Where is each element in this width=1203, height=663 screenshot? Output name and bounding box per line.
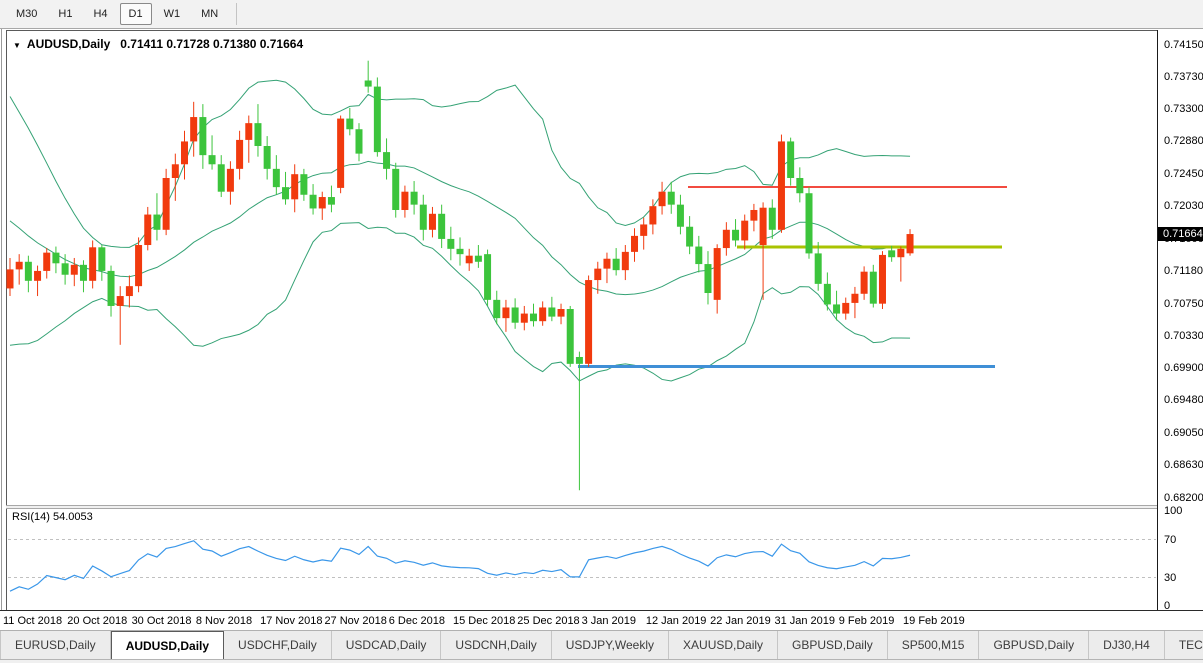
price-axis-label: 0.70330 [1164,330,1203,342]
chart-ohlc-values: 0.71411 0.71728 0.71380 0.71664 [120,37,303,51]
chart-tab-usdjpy-weekly[interactable]: USDJPY,Weekly [552,631,669,659]
rsi-axis-label: 70 [1164,534,1176,546]
chart-tab-gbpusd-daily[interactable]: GBPUSD,Daily [979,631,1089,659]
chart-title: ▼ AUDUSD,Daily 0.71411 0.71728 0.71380 0… [13,37,303,51]
chart-tab-dj30-h4[interactable]: DJ30,H4 [1089,631,1165,659]
date-axis-label: 6 Dec 2018 [389,615,445,627]
chart-plot-area[interactable] [6,30,1157,610]
price-axis-label: 0.73300 [1164,103,1203,115]
chart-tab-eurusd-daily[interactable]: EURUSD,Daily [1,631,111,659]
timeframe-toolbar: M30H1H4D1W1MN [0,0,1203,29]
chart-tab-usdcnh-daily[interactable]: USDCNH,Daily [441,631,551,659]
date-axis-label: 25 Dec 2018 [517,615,579,627]
timeframe-button-h4[interactable]: H4 [84,3,116,25]
chart-symbol-period: AUDUSD,Daily [27,37,110,51]
chart-tab-tech100-[interactable]: TECH100, [1165,631,1203,659]
current-price-badge: 0.71664 [1158,227,1203,241]
chart-tab-usdcad-daily[interactable]: USDCAD,Daily [332,631,442,659]
date-axis-label: 19 Feb 2019 [903,615,965,627]
timeframe-button-m30[interactable]: M30 [7,3,46,25]
price-axis-label: 0.69900 [1164,362,1203,374]
date-axis-label: 9 Feb 2019 [839,615,895,627]
timeframe-button-d1[interactable]: D1 [120,3,152,25]
date-axis-label: 31 Jan 2019 [774,615,835,627]
timeframe-button-w1[interactable]: W1 [155,3,190,25]
price-axis-label: 0.73730 [1164,71,1203,83]
chart-tab-xauusd-daily[interactable]: XAUUSD,Daily [669,631,778,659]
chart-tab-usdchf-daily[interactable]: USDCHF,Daily [224,631,332,659]
date-axis-label: 27 Nov 2018 [324,615,386,627]
date-axis-label: 12 Jan 2019 [646,615,707,627]
chart-tab-sp500-m15[interactable]: SP500,M15 [888,631,980,659]
panel-splitter[interactable] [6,505,1157,509]
date-axis-label: 8 Nov 2018 [196,615,252,627]
price-axis-label: 0.72880 [1164,135,1203,147]
chart-tab-audusd-daily[interactable]: AUDUSD,Daily [111,631,224,659]
date-axis[interactable]: 11 Oct 2018 20 Oct 2018 30 Oct 2018 8 Nov 2… [0,610,1203,630]
price-axis-label: 0.68200 [1164,492,1203,504]
chart-tab-gbpusd-daily[interactable]: GBPUSD,Daily [778,631,888,659]
price-axis[interactable]: 0.74150 0.73730 0.73300 0.72880 0.72450 0.720… [1157,30,1203,610]
window-edge [1,29,2,630]
price-axis-label: 0.71180 [1164,265,1203,277]
timeframe-button-mn[interactable]: MN [192,3,227,25]
date-axis-label: 11 Oct 2018 [3,615,62,627]
price-axis-label: 0.70750 [1164,298,1203,310]
price-axis-label: 0.72030 [1164,200,1203,212]
date-axis-label: 3 Jan 2019 [582,615,636,627]
date-axis-label: 20 Oct 2018 [67,615,127,627]
toolbar-separator [236,3,237,25]
price-axis-label: 0.68630 [1164,459,1203,471]
date-axis-label: 17 Nov 2018 [260,615,322,627]
rsi-axis-label: 100 [1164,505,1182,517]
price-axis-label: 0.74150 [1164,39,1203,51]
symbol-dropdown-icon[interactable]: ▼ [13,41,21,50]
rsi-axis-label: 30 [1164,572,1176,584]
chart-tab-bar: EURUSD,DailyAUDUSD,DailyUSDCHF,DailyUSDC… [0,630,1203,659]
date-axis-label: 22 Jan 2019 [710,615,771,627]
rsi-indicator-label: RSI(14) 54.0053 [12,511,93,523]
statusbar-edge [0,659,1203,663]
date-axis-label: 30 Oct 2018 [132,615,192,627]
price-axis-label: 0.72450 [1164,168,1203,180]
timeframe-button-h1[interactable]: H1 [49,3,81,25]
price-axis-label: 0.69480 [1164,394,1203,406]
date-axis-label: 15 Dec 2018 [453,615,515,627]
price-axis-label: 0.69050 [1164,427,1203,439]
